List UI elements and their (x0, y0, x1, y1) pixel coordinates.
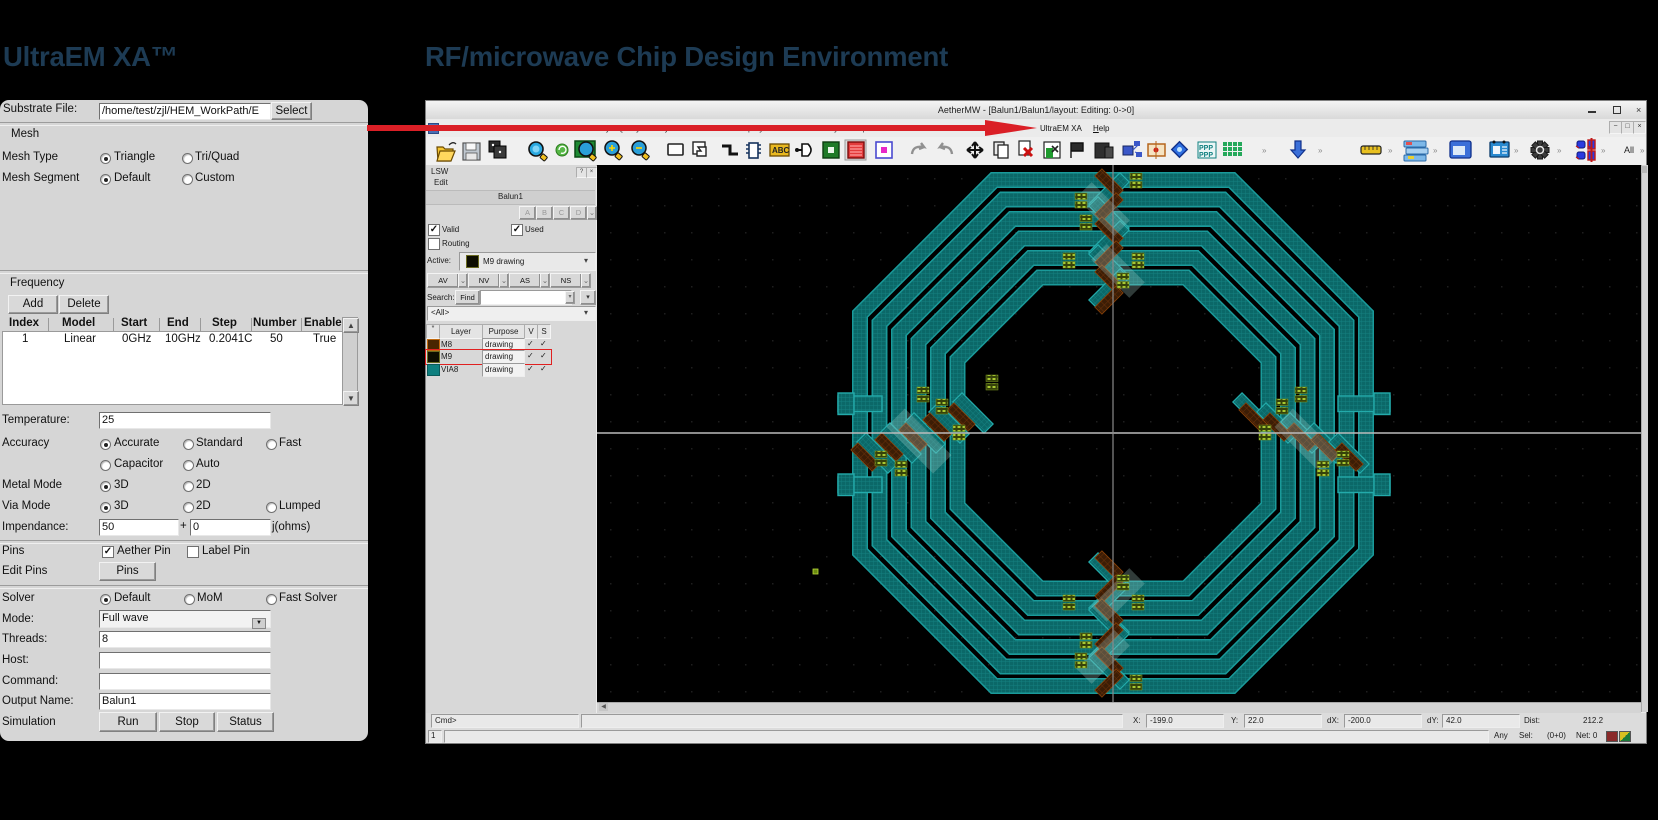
svg-text:»: » (1433, 146, 1438, 155)
svg-text:»: » (1318, 146, 1323, 155)
svg-text:»: » (1557, 146, 1562, 155)
svg-text:»: » (1601, 146, 1606, 155)
svg-text:»: » (1262, 146, 1267, 155)
svg-text:ABC: ABC (772, 146, 790, 155)
svg-text:All: All (1624, 145, 1634, 155)
svg-text:»: » (1514, 146, 1519, 155)
svg-text:PPP: PPP (1199, 145, 1213, 152)
svg-text:»: » (1388, 146, 1393, 155)
svg-text:PPP: PPP (1199, 152, 1213, 159)
svg-text:»: » (1640, 146, 1645, 155)
